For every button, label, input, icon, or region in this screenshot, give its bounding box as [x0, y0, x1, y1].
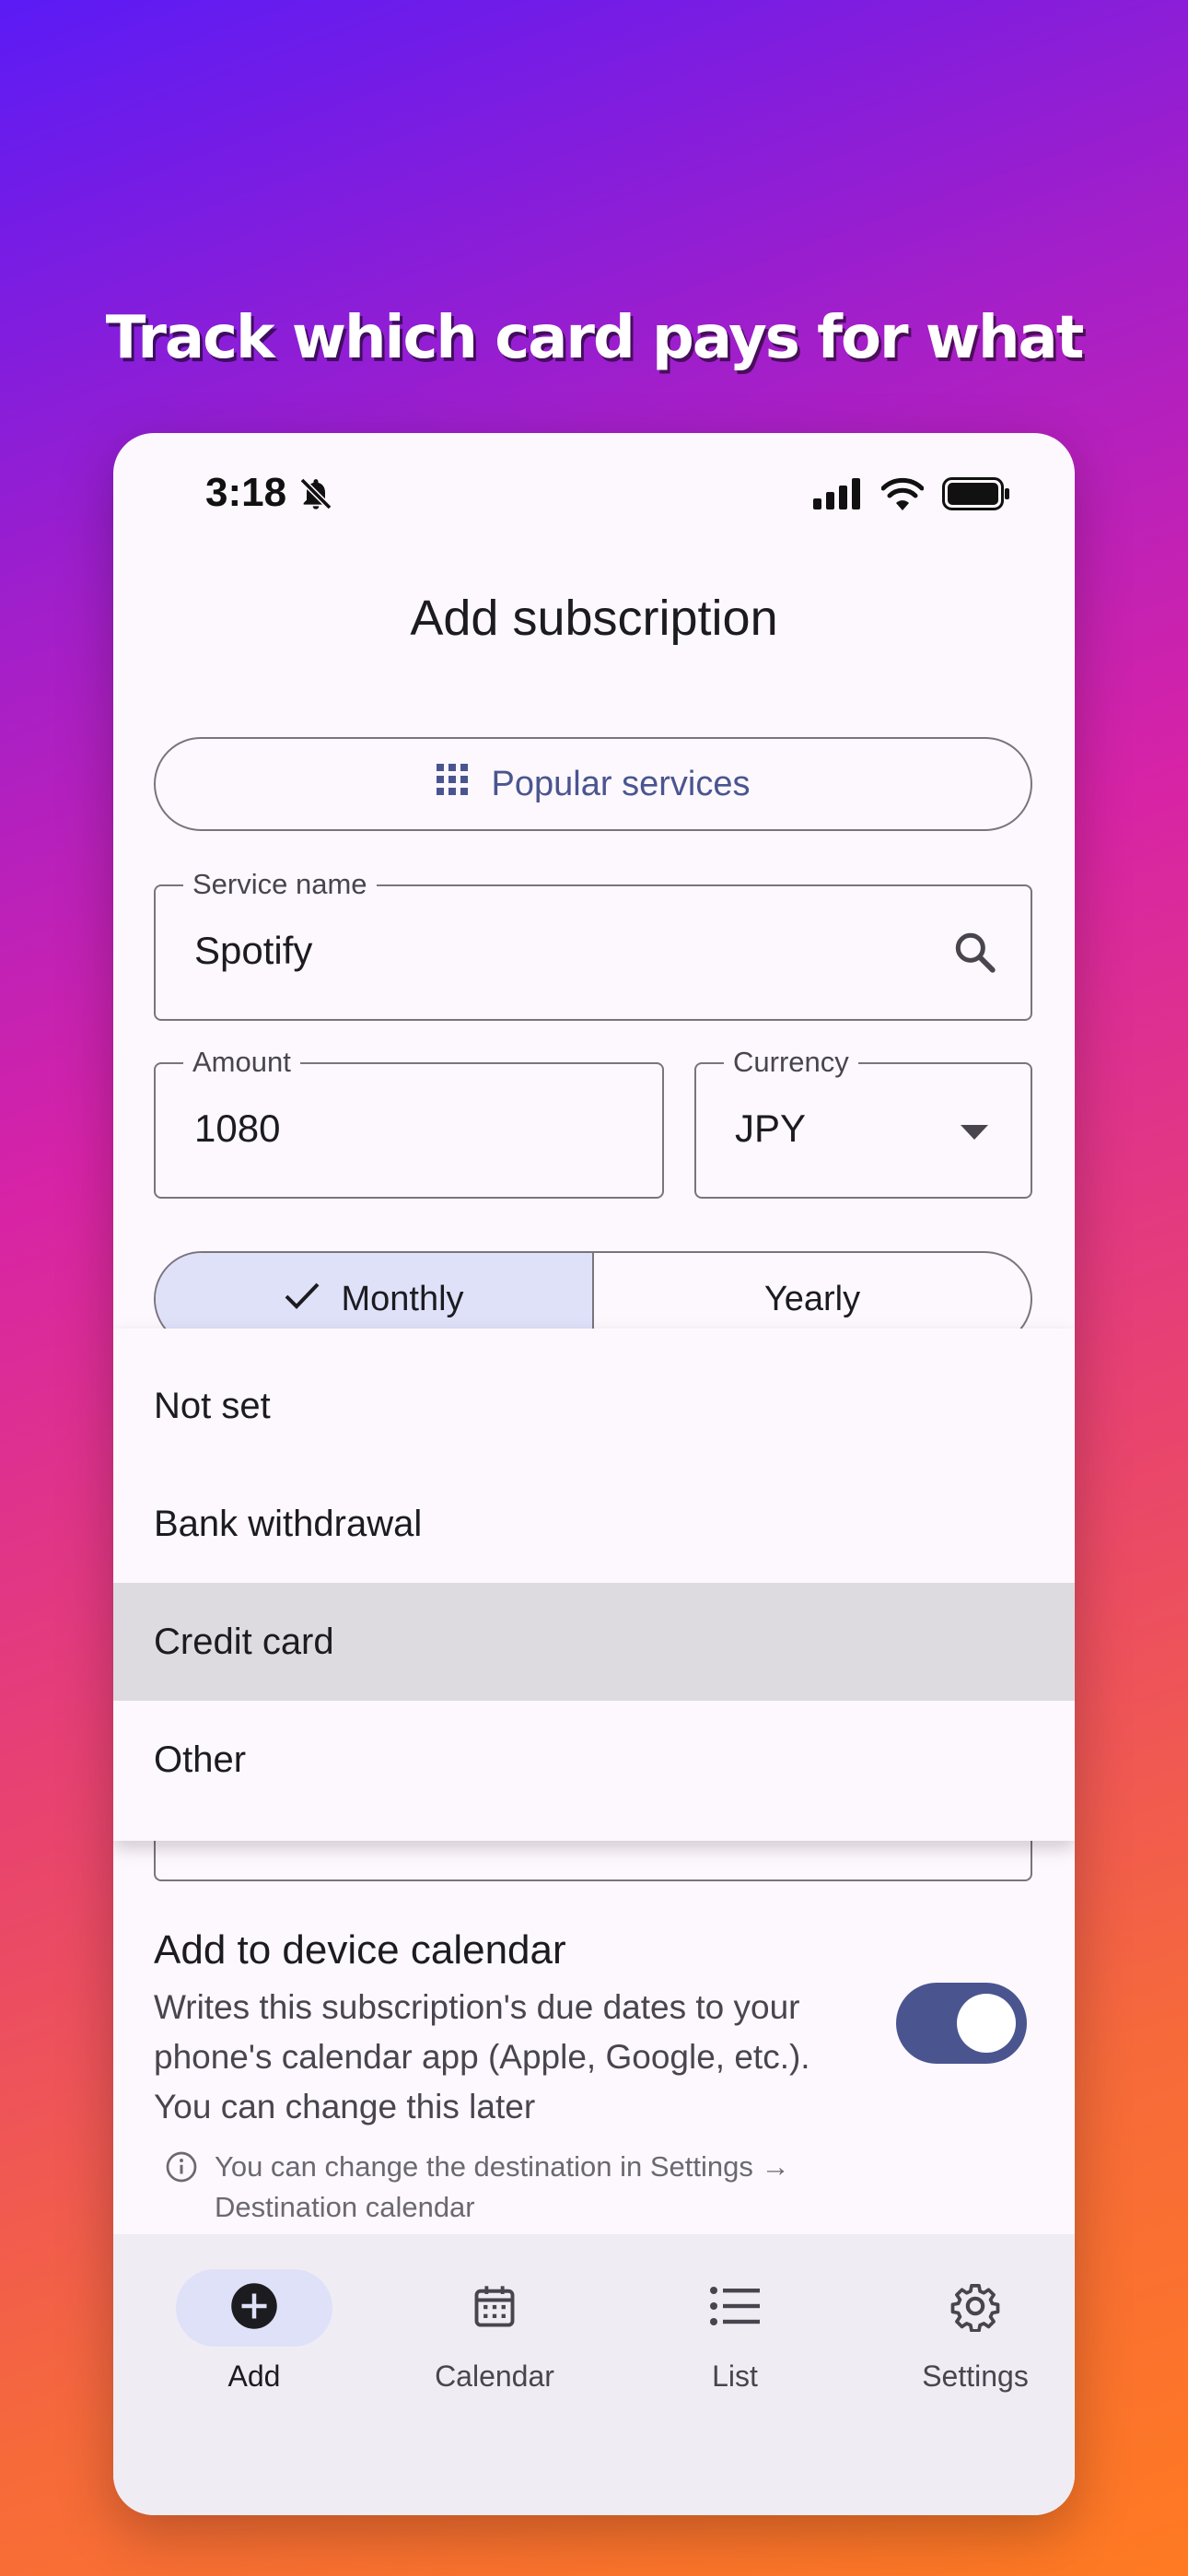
monthly-label: Monthly [341, 1279, 464, 1318]
tab-add-label: Add [227, 2359, 281, 2393]
menu-item-not-set[interactable]: Not set [113, 1347, 1075, 1465]
bell-muted-icon [297, 475, 334, 516]
popular-services-label: Popular services [491, 764, 751, 803]
info-text: You can change the destination in Settin… [215, 2150, 790, 2223]
toggle-knob [957, 1994, 1016, 2053]
list-icon [710, 2285, 760, 2331]
tab-list[interactable]: List [643, 2269, 827, 2394]
tab-list-label: List [712, 2359, 758, 2393]
page-title: Add subscription [410, 591, 778, 646]
service-name-value: Spotify [194, 929, 313, 972]
menu-item-other[interactable]: Other [113, 1701, 1075, 1819]
battery-icon [942, 477, 1010, 514]
amount-label: Amount [183, 1046, 300, 1079]
info-icon [165, 2147, 198, 2228]
tab-add[interactable]: Add [162, 2269, 346, 2394]
wifi-icon [880, 477, 925, 514]
add-circle-icon [229, 2281, 279, 2335]
currency-label: Currency [724, 1046, 858, 1079]
calendar-option-title: Add to device calendar [154, 1927, 566, 1973]
dropdown-arrow-icon [961, 1125, 988, 1143]
tab-settings-label: Settings [922, 2359, 1029, 2393]
search-icon[interactable] [951, 929, 997, 978]
amount-field[interactable]: Amount 1080 [154, 1046, 664, 1199]
info-row: You can change the destination in Settin… [165, 2147, 914, 2228]
tab-calendar-label: Calendar [435, 2359, 554, 2393]
menu-item-credit-card[interactable]: Credit card [113, 1583, 1075, 1701]
menu-item-bank-withdrawal[interactable]: Bank withdrawal [113, 1465, 1075, 1583]
popular-services-button[interactable]: Popular services [154, 737, 1032, 831]
grid-icon [436, 764, 468, 804]
signal-icon [813, 478, 863, 513]
headline: Track which card pays for what [105, 304, 1085, 372]
tab-calendar[interactable]: Calendar [402, 2269, 587, 2394]
check-icon [284, 1280, 320, 1319]
payment-method-menu: Not set Bank withdrawal Credit card Othe… [113, 1329, 1075, 1841]
phone-screen: 3:18 Add subscription Popular services S… [113, 433, 1075, 2515]
gear-icon [949, 2280, 1001, 2336]
settings-tab-indicator [897, 2269, 1054, 2347]
calendar-icon [471, 2281, 518, 2335]
status-icons [813, 477, 1010, 514]
yearly-label: Yearly [763, 1279, 861, 1318]
list-tab-indicator [657, 2269, 813, 2347]
currency-value: JPY [735, 1107, 807, 1150]
tab-settings[interactable]: Settings [883, 2269, 1067, 2394]
status-time: 3:18 [205, 470, 287, 515]
service-name-field[interactable]: Service name Spotify [154, 868, 1032, 1021]
calendar-toggle[interactable] [896, 1983, 1027, 2064]
calendar-option-description: Writes this subscription's due dates to … [154, 1988, 810, 2125]
add-tab-indicator [176, 2269, 332, 2347]
currency-select[interactable]: Currency JPY [694, 1046, 1032, 1199]
service-name-label: Service name [183, 868, 377, 901]
amount-value: 1080 [194, 1107, 281, 1150]
calendar-tab-indicator [416, 2269, 573, 2347]
bottom-navigation: Add Calendar List Settings [113, 2234, 1075, 2515]
